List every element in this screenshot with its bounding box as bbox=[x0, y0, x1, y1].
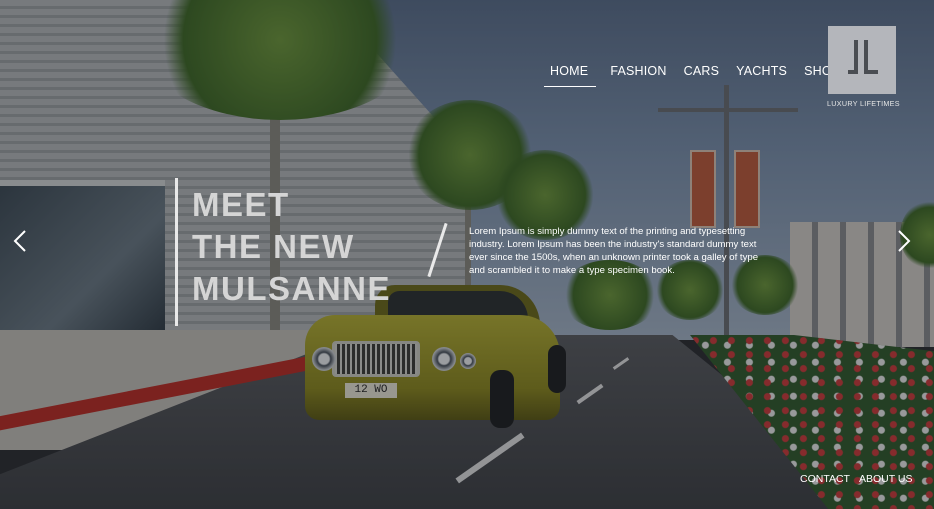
hero-title: MEET THE NEW MULSANNE bbox=[192, 184, 391, 310]
hero-title-line: MULSANNE bbox=[192, 270, 391, 307]
hero-description: Lorem Ipsum is simply dummy text of the … bbox=[469, 226, 759, 276]
hero-title-line: THE NEW bbox=[192, 228, 355, 265]
nav-fashion[interactable]: FASHION bbox=[607, 64, 669, 87]
hero-title-line: MEET bbox=[192, 186, 290, 223]
nav-home[interactable]: HOME bbox=[544, 64, 597, 87]
carousel-next-button[interactable] bbox=[893, 229, 913, 253]
nav-yachts[interactable]: YACHTS bbox=[733, 64, 790, 87]
chevron-right-icon bbox=[898, 230, 911, 252]
nav-cars[interactable]: CARS bbox=[681, 64, 723, 87]
main-nav: HOME FASHION CARS YACHTS SHOP bbox=[544, 64, 843, 87]
brand-caption: LUXURY LIFETIMES bbox=[827, 99, 900, 108]
carousel-prev-button[interactable] bbox=[11, 229, 31, 253]
contact-link[interactable]: CONTACT bbox=[800, 473, 850, 485]
ll-monogram-icon bbox=[848, 40, 878, 74]
hero-title-bar bbox=[175, 178, 178, 326]
chevron-left-icon bbox=[13, 230, 26, 252]
brand-logo[interactable] bbox=[828, 26, 896, 94]
about-us-link[interactable]: ABOUT US bbox=[859, 473, 912, 485]
footer-links: CONTACT ABOUT US bbox=[800, 473, 912, 485]
